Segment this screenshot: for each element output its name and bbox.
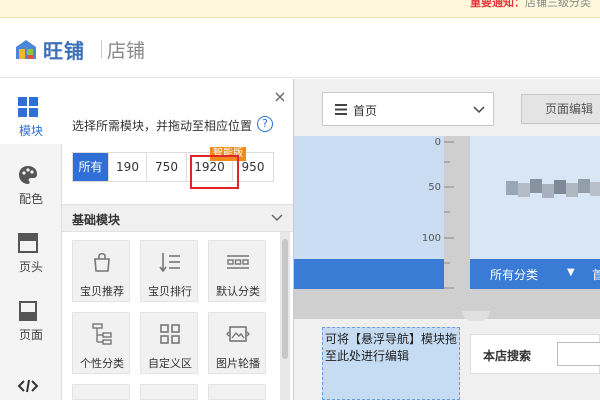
page-select-label: 首页 — [353, 104, 378, 118]
module-tile-partial[interactable] — [72, 384, 130, 400]
width-filter-190[interactable]: 190 — [109, 153, 147, 181]
module-tile-partial[interactable] — [140, 384, 198, 400]
tree-category-icon — [92, 323, 112, 345]
notice-bar: 重要通知：店铺三级分类 — [0, 0, 600, 18]
nav-label: 配色 — [18, 192, 43, 206]
nav-item-modules[interactable]: 模块 — [0, 79, 62, 144]
left-nav: 模块 配色 页头 页面 — [0, 79, 62, 400]
palette-icon — [19, 166, 37, 184]
module-tile-label: 自定义区 — [148, 357, 192, 370]
module-tile-label: 默认分类 — [216, 285, 260, 298]
module-tile-partial[interactable] — [208, 384, 266, 400]
section-title: 基础模块 — [72, 213, 121, 227]
notice-text[interactable]: 重要通知：店铺三级分类 — [470, 0, 591, 10]
ruler-label: 0 — [434, 137, 441, 148]
section-header-basic[interactable]: 基础模块 — [62, 204, 293, 232]
close-icon[interactable]: × — [272, 89, 288, 105]
image-carousel-icon — [226, 326, 250, 342]
module-tile-label: 个性分类 — [80, 357, 124, 370]
module-tile-custom-area[interactable]: 自定义区 — [140, 312, 198, 374]
width-filter-all[interactable]: 所有 — [73, 153, 109, 181]
panel-hint: 选择所需模块，并拖动至相应位置 — [72, 119, 253, 133]
nav-item-page-header[interactable]: 页头 — [0, 215, 62, 280]
nav-item-colors[interactable]: 配色 — [0, 147, 62, 212]
panel-scroll-thumb[interactable] — [282, 239, 288, 359]
drag-handle[interactable] — [462, 311, 490, 321]
layout-divider — [294, 289, 600, 319]
module-tile-label: 图片轮播 — [216, 357, 260, 370]
nav-all-categories[interactable]: 所有分类 — [490, 266, 538, 283]
default-category-icon — [227, 255, 249, 269]
ruler-rail[interactable] — [444, 136, 470, 291]
module-tile-label: 宝贝推荐 — [80, 285, 124, 298]
chevron-down-icon — [473, 106, 485, 114]
menu-icon — [335, 104, 347, 115]
shop-search-label: 本店搜索 — [483, 349, 532, 363]
highlight-box — [190, 155, 239, 189]
shop-search-module[interactable]: 本店搜索 — [470, 334, 600, 374]
module-tile-item-ranking[interactable]: 宝贝排行 — [140, 240, 198, 302]
shop-search-input[interactable] — [557, 342, 600, 366]
ruler-ticks — [444, 141, 454, 289]
nav-home-partial[interactable]: 首 — [592, 266, 600, 283]
wangpu-logo-icon — [16, 40, 36, 59]
module-tiles: 宝贝推荐 宝贝排行 默认分类 个性分类 自定义区 图片轮播 — [62, 232, 282, 400]
module-tile-custom-category[interactable]: 个性分类 — [72, 312, 130, 374]
editor-canvas: 首页 页面编辑 0 50 100 150 所有分类 ▼ 首 — [294, 79, 600, 400]
custom-area-icon — [160, 324, 180, 344]
ruler-label: 100 — [421, 233, 441, 244]
app-header: 旺铺 店铺 — [0, 18, 600, 78]
brand-name: 旺铺 — [43, 39, 85, 63]
page-edit-button[interactable]: 页面编辑 — [521, 94, 600, 124]
shop-nav-bar-left — [294, 259, 444, 289]
nav-label: 页头 — [18, 260, 43, 274]
nav-label: 模块 — [18, 124, 43, 138]
page-header-icon — [18, 233, 38, 253]
module-tile-image-carousel[interactable]: 图片轮播 — [208, 312, 266, 374]
nav-item-page[interactable]: 页面 — [0, 283, 62, 348]
module-tile-default-category[interactable]: 默认分类 — [208, 240, 266, 302]
chevron-down-icon — [271, 214, 283, 222]
brand-divider — [101, 40, 102, 58]
nav-label: 页面 — [18, 328, 43, 342]
ruler-label: 50 — [428, 182, 441, 193]
page-select[interactable]: 首页 — [322, 92, 494, 126]
nav-item-code[interactable] — [0, 359, 62, 400]
ranking-icon — [159, 253, 180, 273]
module-panel: × 选择所需模块，并拖动至相应位置 ? 所有 190 750 1920 950 … — [62, 79, 294, 400]
float-nav-hint: 可将【悬浮导航】模块拖至此处进行编辑 — [325, 332, 458, 363]
module-tile-label: 宝贝排行 — [148, 285, 192, 298]
width-filter-750[interactable]: 750 — [147, 153, 187, 181]
code-icon — [17, 379, 39, 393]
brand-subtitle: 店铺 — [107, 40, 146, 62]
help-icon[interactable]: ? — [257, 116, 273, 132]
float-nav-drop-zone[interactable]: 可将【悬浮导航】模块拖至此处进行编辑 — [322, 327, 460, 400]
module-tile-item-recommend[interactable]: 宝贝推荐 — [72, 240, 130, 302]
page-icon — [19, 301, 37, 321]
grid-icon — [18, 97, 38, 117]
caret-down-icon: ▼ — [567, 267, 575, 278]
bag-icon — [94, 252, 110, 272]
